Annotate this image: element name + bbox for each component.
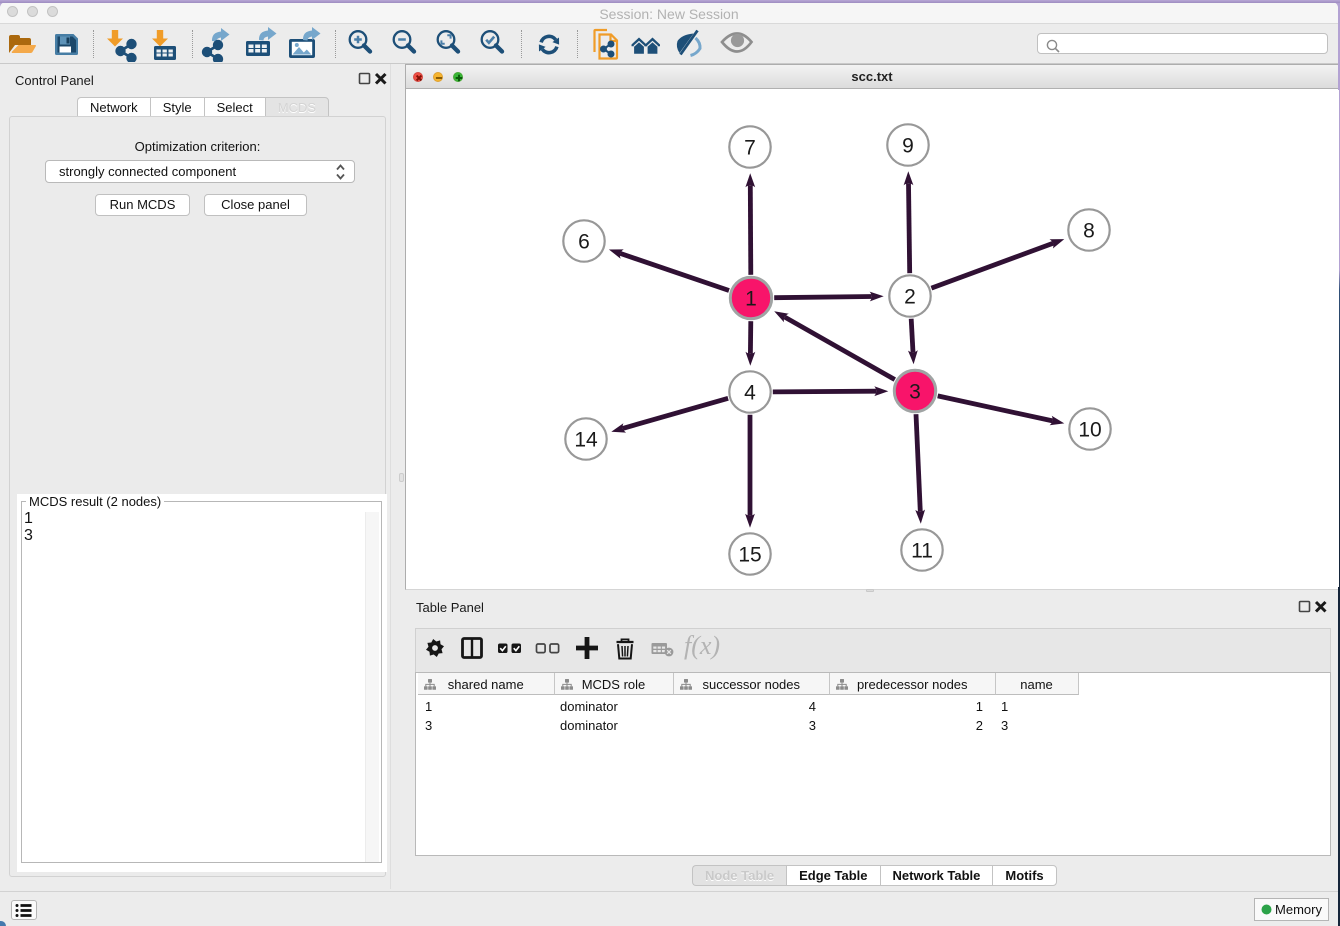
svg-text:3: 3 [909,381,921,404]
svg-text:2: 2 [904,286,916,309]
svg-text:14: 14 [574,429,598,452]
svg-text:9: 9 [902,135,914,158]
svg-text:4: 4 [744,382,756,405]
svg-text:15: 15 [738,544,761,567]
svg-text:10: 10 [1078,419,1101,442]
svg-text:1: 1 [745,288,757,311]
svg-text:11: 11 [911,540,933,563]
svg-text:7: 7 [744,137,756,160]
svg-text:6: 6 [578,231,590,254]
svg-text:8: 8 [1083,220,1095,243]
